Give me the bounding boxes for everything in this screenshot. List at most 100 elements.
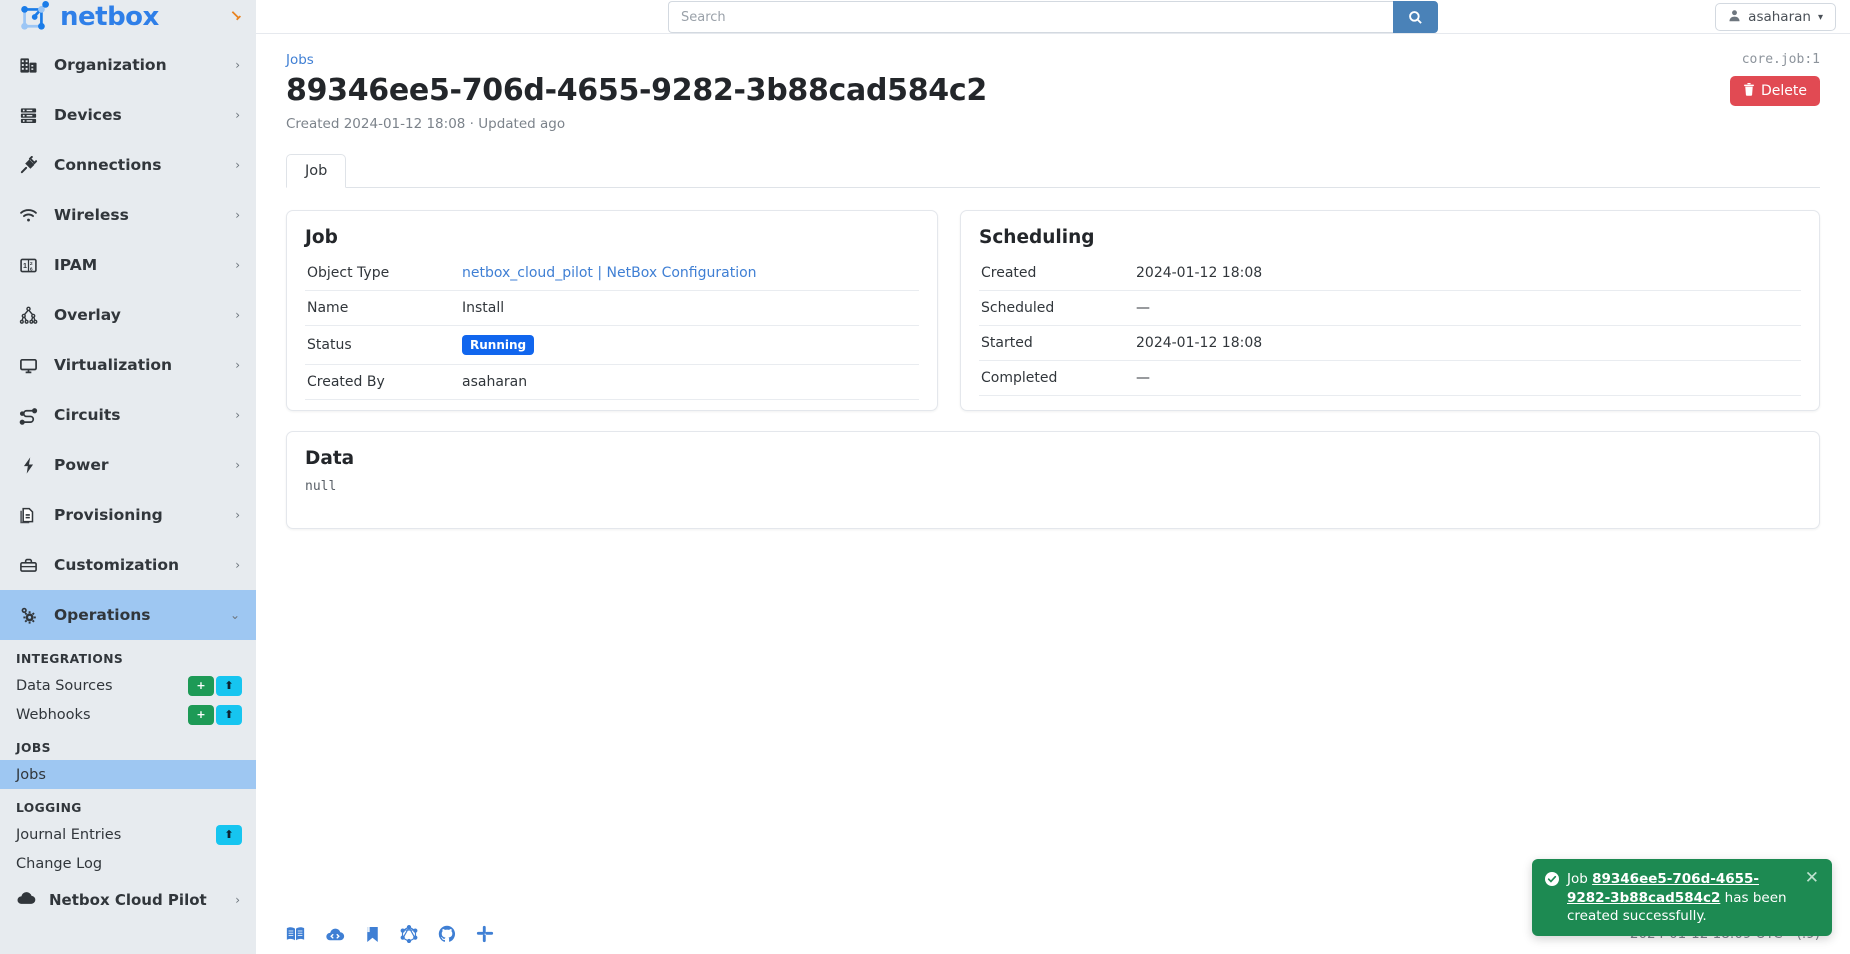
breadcrumb-row: Jobs core.job:1 bbox=[286, 52, 1820, 68]
monitor-icon bbox=[16, 356, 40, 375]
object-type-link[interactable]: netbox_cloud_pilot | NetBox Configuratio… bbox=[462, 265, 757, 281]
search-input[interactable] bbox=[668, 1, 1393, 33]
row-key: Object Type bbox=[307, 264, 390, 281]
sidebar-subitem-label: Change Log bbox=[16, 855, 103, 872]
svg-text:1: 1 bbox=[22, 261, 26, 269]
add-webhook-button[interactable]: + bbox=[188, 704, 214, 725]
chevron-right-icon: › bbox=[235, 108, 240, 122]
docs-book-icon[interactable] bbox=[286, 926, 305, 942]
github-icon[interactable] bbox=[438, 925, 456, 943]
sidebar-item-virtualization[interactable]: Virtualization › bbox=[0, 340, 256, 390]
check-circle-icon bbox=[1545, 871, 1559, 890]
search-bar bbox=[668, 1, 1438, 33]
pin-icon[interactable] bbox=[224, 6, 246, 28]
sidebar-item-label: Provisioning bbox=[54, 506, 163, 524]
hierarchy-icon bbox=[16, 306, 40, 325]
sidebar-item-operations[interactable]: Operations ⌄ bbox=[0, 590, 256, 640]
breadcrumb[interactable]: Jobs bbox=[286, 52, 314, 68]
close-icon[interactable]: ✕ bbox=[1801, 870, 1819, 887]
sidebar-item-wireless[interactable]: Wireless › bbox=[0, 190, 256, 240]
table-row: Created 2024-01-12 18:08 bbox=[979, 256, 1801, 290]
sidebar-item-label: Organization bbox=[54, 56, 167, 74]
row-key: Started bbox=[981, 334, 1033, 351]
row-value: asaharan bbox=[462, 373, 528, 390]
row-value: Install bbox=[462, 299, 505, 316]
sidebar-item-jobs[interactable]: Jobs bbox=[0, 760, 256, 789]
row-key: Created By bbox=[307, 373, 385, 390]
sidebar-item-customization[interactable]: Customization › bbox=[0, 540, 256, 590]
chevron-down-icon: ▾ bbox=[1817, 11, 1823, 23]
sidebar-item-change-log[interactable]: Change Log bbox=[0, 849, 256, 878]
table-row: Object Type netbox_cloud_pilot | NetBox … bbox=[305, 256, 919, 290]
plug-icon bbox=[16, 155, 40, 175]
delete-button[interactable]: Delete bbox=[1730, 76, 1820, 106]
row-actions: + ⬆ bbox=[188, 704, 242, 725]
sidebar-item-power[interactable]: Power › bbox=[0, 440, 256, 490]
import-journal-entry-button[interactable]: ⬆ bbox=[216, 824, 242, 845]
chevron-right-icon: › bbox=[235, 458, 240, 472]
scheduling-card-title: Scheduling bbox=[979, 226, 1095, 248]
job-card: Job Object Type netbox_cloud_pilot | Net… bbox=[286, 209, 938, 411]
trash-icon bbox=[1743, 82, 1755, 100]
delete-button-label: Delete bbox=[1761, 83, 1807, 99]
building-icon bbox=[16, 56, 40, 75]
sidebar-item-connections[interactable]: Connections › bbox=[0, 140, 256, 190]
row-key: Completed bbox=[981, 369, 1058, 386]
object-identifier: core.job:1 bbox=[1741, 52, 1820, 67]
sidebar-item-label: Circuits bbox=[54, 406, 121, 424]
sidebar-item-circuits[interactable]: Circuits › bbox=[0, 390, 256, 440]
sidebar-item-webhooks[interactable]: Webhooks + ⬆ bbox=[0, 700, 256, 729]
toolbox-icon bbox=[16, 556, 40, 575]
row-key: Created bbox=[981, 264, 1037, 281]
tab-job[interactable]: Job bbox=[286, 153, 347, 188]
sidebar-item-provisioning[interactable]: Provisioning › bbox=[0, 490, 256, 540]
slack-icon[interactable] bbox=[476, 925, 494, 943]
table-row: Scheduled — bbox=[979, 290, 1801, 325]
sidebar-item-data-sources[interactable]: Data Sources + ⬆ bbox=[0, 671, 256, 700]
data-card-value: null bbox=[305, 478, 337, 494]
circuit-icon bbox=[16, 406, 40, 425]
sidebar-item-label: Customization bbox=[54, 556, 180, 574]
title-row: 89346ee5-706d-4655-9282-3b88cad584c2 Del… bbox=[286, 73, 1820, 109]
row-key: Scheduled bbox=[981, 299, 1055, 316]
footer-icon-row bbox=[286, 925, 494, 943]
chevron-right-icon: › bbox=[235, 208, 240, 222]
sidebar-item-label: Operations bbox=[54, 606, 151, 624]
chevron-right-icon: › bbox=[235, 558, 240, 572]
import-webhook-button[interactable]: ⬆ bbox=[216, 704, 242, 725]
sidebar-item-label: Wireless bbox=[54, 206, 129, 224]
cards-row: Job Object Type netbox_cloud_pilot | Net… bbox=[286, 209, 1820, 411]
sidebar-item-netbox-cloud-pilot[interactable]: Netbox Cloud Pilot › bbox=[0, 878, 256, 922]
page-meta: Created 2024-01-12 18:08 · Updated ago bbox=[286, 115, 566, 132]
api-cloud-icon[interactable] bbox=[325, 926, 345, 942]
sidebar-item-label: Netbox Cloud Pilot bbox=[49, 891, 207, 909]
table-row: Started 2024-01-12 18:08 bbox=[979, 325, 1801, 360]
brand-zone: netbox bbox=[0, 0, 256, 34]
graphql-icon[interactable] bbox=[400, 925, 418, 943]
sidebar-item-overlay[interactable]: Overlay › bbox=[0, 290, 256, 340]
sidebar-item-organization[interactable]: Organization › bbox=[0, 40, 256, 90]
sidebar-section-jobs: JOBS bbox=[16, 741, 51, 755]
top-bar: netbox asaharan ▾ bbox=[0, 0, 1850, 34]
tab-bar: Job bbox=[286, 153, 1820, 188]
table-row: Name Install bbox=[305, 290, 919, 325]
sidebar-item-label: Connections bbox=[54, 156, 162, 174]
bookmark-icon[interactable] bbox=[365, 926, 380, 943]
table-row: Completed — bbox=[979, 360, 1801, 395]
chevron-right-icon: › bbox=[235, 508, 240, 522]
sidebar-item-devices[interactable]: Devices › bbox=[0, 90, 256, 140]
user-menu-button[interactable]: asaharan ▾ bbox=[1715, 3, 1836, 31]
sidebar-item-ipam[interactable]: 1 2 6 IPAM › bbox=[0, 240, 256, 290]
row-actions: ⬆ bbox=[216, 824, 242, 845]
sidebar-item-journal-entries[interactable]: Journal Entries ⬆ bbox=[0, 820, 256, 849]
documents-icon bbox=[16, 506, 40, 525]
row-actions: + ⬆ bbox=[188, 675, 242, 696]
page-title: 89346ee5-706d-4655-9282-3b88cad584c2 bbox=[286, 73, 987, 108]
search-button[interactable] bbox=[1393, 1, 1438, 33]
svg-text:2: 2 bbox=[29, 261, 32, 267]
bolt-icon bbox=[16, 456, 40, 475]
user-icon bbox=[1728, 9, 1741, 26]
row-value: 2024-01-12 18:08 bbox=[1136, 334, 1263, 351]
import-data-source-button[interactable]: ⬆ bbox=[216, 675, 242, 696]
add-data-source-button[interactable]: + bbox=[188, 675, 214, 696]
